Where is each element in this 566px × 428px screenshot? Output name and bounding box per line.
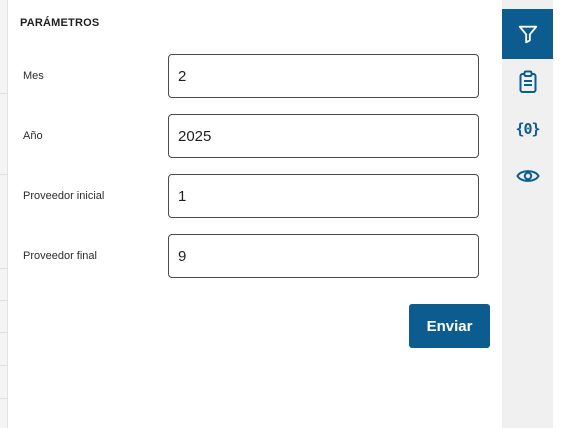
year-input[interactable] — [168, 114, 479, 158]
field-label: Proveedor final — [23, 250, 97, 262]
window-edge — [553, 0, 566, 428]
supplier-start-input[interactable] — [168, 174, 479, 218]
supplier-end-input[interactable] — [168, 234, 479, 278]
filter-icon — [518, 25, 537, 44]
field-label: Año — [23, 130, 43, 142]
divider — [0, 174, 7, 175]
background-page-edge — [0, 0, 8, 428]
clipboard-icon — [519, 70, 536, 93]
divider — [0, 398, 7, 399]
field-month: Mes — [8, 54, 502, 98]
sidebar-item-variables[interactable]: {0} — [502, 104, 553, 154]
report-parameters-screen: PARÁMETROS Mes Año Proveedor inicial Pro… — [0, 0, 566, 428]
divider — [0, 332, 7, 333]
variables-icon: {0} — [515, 120, 540, 138]
eye-icon — [515, 170, 540, 182]
field-supplier-start: Proveedor inicial — [8, 174, 502, 218]
panel-title: PARÁMETROS — [20, 17, 100, 29]
sidebar-item-clipboard[interactable] — [502, 57, 553, 107]
submit-button[interactable]: Enviar — [409, 304, 490, 348]
field-year: Año — [8, 114, 502, 158]
month-input[interactable] — [168, 54, 479, 98]
divider — [0, 365, 7, 366]
parameters-panel: PARÁMETROS Mes Año Proveedor inicial Pro… — [8, 0, 502, 428]
sidebar-item-filter[interactable] — [502, 9, 553, 59]
divider — [0, 268, 7, 269]
divider — [0, 93, 7, 94]
field-label: Mes — [23, 70, 44, 82]
sidebar-item-preview[interactable] — [502, 151, 553, 201]
field-label: Proveedor inicial — [23, 190, 105, 202]
divider — [0, 300, 7, 301]
right-sidebar: {0} — [502, 0, 553, 428]
field-supplier-end: Proveedor final — [8, 234, 502, 278]
